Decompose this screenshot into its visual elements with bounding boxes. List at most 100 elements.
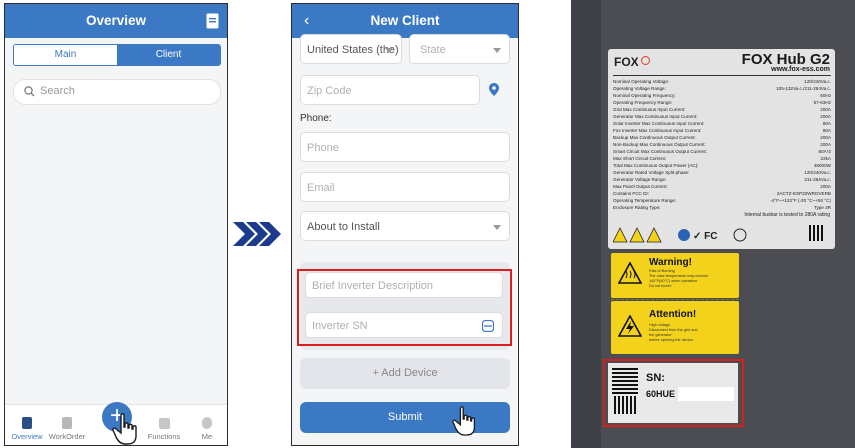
attention-body: High voltage. Disconnect from the grid an… <box>649 323 698 342</box>
info-icon <box>678 229 690 241</box>
spec-value: 200A <box>820 107 831 112</box>
nav-workorder[interactable]: WorkOrder <box>45 417 89 441</box>
warning-body: Risk of Burning The case temperature may … <box>649 269 708 288</box>
spec-row: Fox Inverter Max Continuous Input Curren… <box>613 128 831 133</box>
spec-label: Operating Frequency Range: <box>613 100 673 105</box>
svg-text:✓ FC: ✓ FC <box>693 231 718 242</box>
zip-code-input[interactable]: Zip Code <box>300 75 480 105</box>
nav-me-label: Me <box>201 432 213 441</box>
spec-row: Max Panel Output Current: 200A <box>613 184 831 189</box>
hot-surface-warning-icon <box>618 262 642 284</box>
fox-logo-icon <box>640 56 650 65</box>
spec-row: Total Max Continuous Output Power (AC): 4… <box>613 163 831 168</box>
certification-marks: ✓ FC <box>612 227 753 248</box>
spec-row: Grid Max Continuous Input Current: 200A <box>613 107 831 112</box>
spec-row: Operating Voltage Range: 105-132Va.c./211… <box>613 86 831 91</box>
state-select[interactable]: State <box>409 34 510 64</box>
chevron-down-icon <box>385 48 393 53</box>
spec-value: 200A <box>820 135 831 140</box>
spec-label: Fox Inverter Max Continuous Input Curren… <box>613 128 702 133</box>
spec-label: Smart Circuit Max Continuous Output Curr… <box>613 149 707 154</box>
spec-label: Nominal Operating Frequency: <box>613 93 676 98</box>
spec-label: Non-Backup Max Continuous Output Current… <box>613 142 706 147</box>
spec-label: Backup Max Continuous Output Current: <box>613 135 696 140</box>
website: www.fox-ess.com <box>771 66 830 73</box>
brand-logo: FOX <box>614 55 650 69</box>
email-placeholder: Email <box>307 182 335 194</box>
phone-input[interactable]: Phone <box>300 132 510 162</box>
install-status-select[interactable]: About to Install <box>300 211 510 241</box>
spec-value: 105-132Va.c./211-264Va.c. <box>776 86 831 91</box>
new-client-screen: ‹ New Client United States (the) State Z… <box>291 3 519 446</box>
search-bar[interactable]: Search <box>13 79 221 105</box>
overview-header: Overview <box>5 4 227 38</box>
spec-row: Generator Rated Voltage Split-phase: 120/… <box>613 170 831 175</box>
spec-label: Grid Max Continuous Input Current: <box>613 107 686 112</box>
spec-value: 48000W <box>813 163 831 168</box>
spec-label: Solar Inverter Max Continuous Input Curr… <box>613 121 705 126</box>
spec-label: Generator Voltage Range: <box>613 177 667 182</box>
search-icon <box>24 86 35 97</box>
qr-code-icon <box>809 225 825 241</box>
spec-value: 120/240Va.c. <box>804 79 831 84</box>
new-client-header: ‹ New Client <box>292 4 518 38</box>
spec-row: Nominal Operating Voltage: 120/240Va.c. <box>613 79 831 84</box>
spec-value: 200A <box>820 114 831 119</box>
email-input[interactable]: Email <box>300 172 510 202</box>
tab-main[interactable]: Main <box>14 45 117 65</box>
spec-label: Contains FCC ID: <box>613 191 649 196</box>
spec-label: Max Panel Output Current: <box>613 184 668 189</box>
workorder-icon <box>62 417 72 429</box>
spec-label: Nominal Operating Voltage: <box>613 79 670 84</box>
nav-overview-label: Overview <box>11 432 43 441</box>
spec-label: Operating Voltage Range: <box>613 86 666 91</box>
spec-label: Max Short Circuit Current: <box>613 156 667 161</box>
country-select[interactable]: United States (the) <box>300 34 402 64</box>
spec-row: Generator Max Continuous Input Current: 2… <box>613 114 831 119</box>
hand-pointer-icon <box>452 406 476 436</box>
spec-value: 60Hz <box>820 93 831 98</box>
spec-row: Backup Max Continuous Output Current: 200… <box>613 135 831 140</box>
tab-client[interactable]: Client <box>117 45 220 65</box>
main-client-toggle: Main Client <box>13 44 221 66</box>
chevron-down-icon <box>493 48 501 53</box>
back-chevron-icon[interactable]: ‹ <box>304 4 309 38</box>
sn-highlight <box>603 359 744 427</box>
clipboard-icon[interactable] <box>206 4 219 42</box>
spec-value: 2ACTZ-ESP32WROVERB <box>776 191 831 196</box>
spec-row: Solar Inverter Max Continuous Input Curr… <box>613 121 831 126</box>
spec-value: 57-63Hz <box>813 100 831 105</box>
add-device-button[interactable]: + Add Device <box>300 358 510 389</box>
spec-value: Type 3R <box>813 205 831 210</box>
spec-row: Max Short Circuit Current: 22kA <box>613 156 831 161</box>
spec-row: Smart Circuit Max Continuous Output Curr… <box>613 149 831 154</box>
new-client-title: New Client <box>370 13 440 28</box>
spec-label: Generator Rated Voltage Split-phase: <box>613 170 690 175</box>
spec-value: 200A <box>820 142 831 147</box>
spec-row: Enclosure Rating Type: Type 3R <box>613 205 831 210</box>
nameplate-label: FOX FOX Hub G2 www.fox-ess.com Nominal O… <box>608 49 835 249</box>
spec-value: 80A*2 <box>818 149 831 154</box>
warning-triangle-icon <box>612 227 628 243</box>
spec-value: 211-264Va.c. <box>804 177 831 182</box>
spec-row: Operating Frequency Range: 57-63Hz <box>613 100 831 105</box>
zip-placeholder: Zip Code <box>307 85 352 97</box>
nav-me[interactable]: Me <box>185 417 227 441</box>
location-pin-icon[interactable] <box>489 83 499 96</box>
nav-overview[interactable]: Overview <box>5 417 49 441</box>
spec-value: 22kA <box>820 156 831 161</box>
search-input[interactable]: Search <box>40 85 75 97</box>
high-voltage-warning-icon <box>618 315 642 337</box>
nav-functions[interactable]: Functions <box>142 418 186 441</box>
spec-row: Generator Voltage Range: 211-264Va.c. <box>613 177 831 182</box>
spec-label: Total Max Continuous Output Power (AC): <box>613 163 699 168</box>
overview-screen: Overview Main Client Search Overview Wor… <box>4 3 228 446</box>
spec-label: Operating Temperature Range: <box>613 198 677 203</box>
state-placeholder: State <box>420 44 446 56</box>
spec-value: -4°F~+122°F (-20 °C~+50 °C) <box>770 198 831 203</box>
spec-value: 200A <box>820 184 831 189</box>
person-icon <box>202 417 212 429</box>
spec-row: Non-Backup Max Continuous Output Current… <box>613 142 831 147</box>
hand-pointer-icon <box>112 413 137 445</box>
overview-icon <box>22 417 32 429</box>
